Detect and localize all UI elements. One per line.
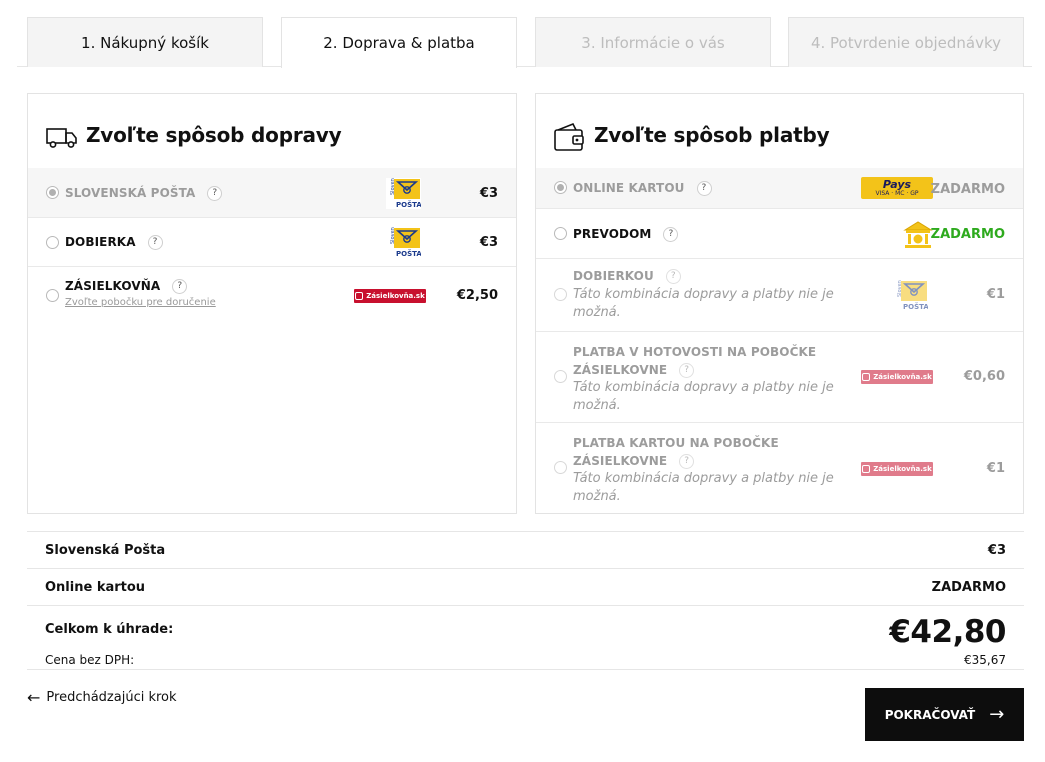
summary-payment-price: ZADARMO (931, 580, 1006, 595)
payment-panel: Zvoľte spôsob platby ONLINE KARTOU? Pays… (535, 93, 1024, 514)
payment-option-text: ZÁSIELKOVNE (573, 363, 668, 377)
payment-radio-cash-on-delivery (554, 288, 567, 301)
help-icon[interactable]: ? (696, 181, 712, 196)
payment-price: €1 (986, 287, 1005, 302)
payment-option-text: ONLINE KARTOU (573, 181, 685, 195)
zasielkovna-logo: Zásielkovňa.sk (354, 289, 426, 303)
shipping-option-slovenska-posta[interactable]: SLOVENSKÁ POŠTA? Slovenská POŠTA €3 (28, 168, 516, 218)
shipping-price: €3 (479, 186, 498, 201)
shipping-radio-zasielkovna[interactable] (46, 289, 59, 302)
summary-payment-row: Online kartou ZADARMO (27, 568, 1024, 605)
previous-step-label: Predchádzajúci krok (46, 690, 177, 705)
shipping-panel-header: Zvoľte spôsob dopravy (28, 94, 516, 168)
payment-option-online-card[interactable]: ONLINE KARTOU? Pays VISA · MC · GP ZADAR… (536, 168, 1023, 209)
payment-option-label: PLATBA KARTOU NA POBOČKE ZÁSIELKOVNE? (573, 434, 779, 470)
net-price-value: €35,67 (964, 653, 1006, 667)
slovenska-posta-logo: Slovenská POŠTA (893, 280, 928, 311)
bank-icon (903, 221, 933, 248)
payment-option-label: ONLINE KARTOU? (573, 181, 712, 196)
help-icon[interactable]: ? (679, 363, 695, 378)
shipping-option-text: ZÁSIELKOVŇA (65, 279, 161, 293)
payment-price: €1 (986, 461, 1005, 476)
shipping-option-text: SLOVENSKÁ POŠTA (65, 186, 196, 200)
svg-text:Slovenská: Slovenská (389, 178, 396, 195)
wallet-icon (554, 122, 584, 151)
payment-radio-cash-at-branch (554, 370, 567, 383)
payment-panel-header: Zvoľte spôsob platby (536, 94, 1023, 168)
previous-step-link[interactable]: ← Predchádzajúci krok (27, 688, 177, 707)
total-value: €42,80 (889, 614, 1006, 650)
summary-shipping-row: Slovenská Pošta €3 (27, 531, 1024, 568)
summary-shipping-price: €3 (987, 543, 1006, 558)
payment-title: Zvoľte spôsob platby (594, 123, 830, 147)
slovenska-posta-logo: Slovenská POŠTA (386, 227, 421, 258)
help-icon[interactable]: ? (663, 227, 679, 242)
zasielkovna-logo: Zásielkovňa.sk (861, 462, 933, 476)
svg-text:POŠTA: POŠTA (903, 302, 928, 311)
pays-logo: Pays VISA · MC · GP (861, 177, 933, 199)
payment-option-text: PLATBA V HOTOVOSTI NA POBOČKE (573, 345, 817, 359)
payment-price: €0,60 (963, 369, 1005, 384)
payment-option-label: PLATBA V HOTOVOSTI NA POBOČKE ZÁSIELKOVN… (573, 343, 816, 379)
summary-total-row: Celkom k úhrade: €42,80 Cena bez DPH: €3… (27, 605, 1024, 670)
payment-radio-online-card[interactable] (554, 181, 567, 194)
shipping-option-label: ZÁSIELKOVŇA? (65, 279, 188, 294)
tab-information: 3. Informácie o vás (535, 17, 771, 67)
unavailable-note: Táto kombinácia dopravy a platby nie je … (573, 287, 834, 320)
help-icon[interactable]: ? (665, 269, 681, 284)
help-icon[interactable]: ? (679, 454, 695, 469)
total-label: Celkom k úhrade: (45, 622, 174, 637)
payment-option-cash-on-delivery: DOBIERKOU? Táto kombinácia dopravy a pla… (536, 259, 1023, 332)
unavailable-note: Táto kombinácia dopravy a platby nie je … (573, 471, 834, 504)
shipping-panel: Zvoľte spôsob dopravy SLOVENSKÁ POŠTA? S… (27, 93, 517, 514)
shipping-option-label: SLOVENSKÁ POŠTA? (65, 186, 223, 201)
payment-price: ZADARMO (930, 182, 1005, 197)
shipping-radio-slovenska-posta[interactable] (46, 186, 59, 199)
svg-text:POŠTA: POŠTA (396, 249, 421, 258)
svg-text:Slovenská: Slovenská (389, 227, 396, 244)
payment-radio-bank-transfer[interactable] (554, 227, 567, 240)
svg-text:Slovenská: Slovenská (896, 280, 903, 297)
slovenska-posta-logo: Slovenská POŠTA (386, 178, 421, 209)
payment-radio-card-at-branch (554, 461, 567, 474)
arrow-right-icon: → (989, 704, 1005, 725)
payment-option-label: DOBIERKOU? (573, 269, 681, 284)
payment-option-cash-at-branch: PLATBA V HOTOVOSTI NA POBOČKE ZÁSIELKOVN… (536, 332, 1023, 423)
zasielkovna-logo: Zásielkovňa.sk (861, 370, 933, 384)
shipping-radio-dobierka[interactable] (46, 236, 59, 249)
payment-price: ZADARMO (930, 227, 1005, 242)
choose-pickup-branch-link[interactable]: Zvoľte pobočku pre doručenie (65, 297, 216, 308)
shipping-price: €3 (479, 235, 498, 250)
checkout-steps: 1. Nákupný košík 2. Doprava & platba 3. … (17, 17, 1032, 68)
payment-option-label: PREVODOM? (573, 227, 679, 242)
payment-option-text: ZÁSIELKOVNE (573, 454, 668, 468)
continue-button[interactable]: POKRAČOVAŤ → (865, 688, 1024, 741)
shipping-title: Zvoľte spôsob dopravy (86, 123, 342, 147)
unavailable-note: Táto kombinácia dopravy a platby nie je … (573, 380, 834, 413)
payment-option-text: PREVODOM (573, 227, 652, 241)
summary-shipping-label: Slovenská Pošta (45, 543, 166, 558)
shipping-option-dobierka[interactable]: DOBIERKA? Slovenská POŠTA €3 (28, 218, 516, 267)
payment-option-text: DOBIERKOU (573, 269, 654, 283)
arrow-left-icon: ← (27, 688, 41, 707)
shipping-price: €2,50 (456, 288, 498, 303)
help-icon[interactable]: ? (172, 279, 188, 294)
help-icon[interactable]: ? (147, 235, 163, 250)
payment-option-text: PLATBA KARTOU NA POBOČKE (573, 436, 779, 450)
shipping-option-text: DOBIERKA (65, 235, 136, 249)
payment-option-card-at-branch: PLATBA KARTOU NA POBOČKE ZÁSIELKOVNE? Tá… (536, 423, 1023, 514)
tab-shipping-payment[interactable]: 2. Doprava & platba (281, 17, 517, 68)
net-price-label: Cena bez DPH: (45, 653, 135, 667)
summary-payment-label: Online kartou (45, 580, 146, 595)
shipping-option-zasielkovna[interactable]: ZÁSIELKOVŇA? Zvoľte pobočku pre doručeni… (28, 267, 516, 323)
help-icon[interactable]: ? (207, 186, 223, 201)
svg-text:POŠTA: POŠTA (396, 200, 421, 209)
continue-label: POKRAČOVAŤ (884, 707, 976, 722)
tab-confirmation: 4. Potvrdenie objednávky (788, 17, 1024, 67)
shipping-option-label: DOBIERKA? (65, 235, 163, 250)
truck-icon (46, 128, 77, 148)
payment-option-bank-transfer[interactable]: PREVODOM? ZADARMO (536, 209, 1023, 259)
tab-cart[interactable]: 1. Nákupný košík (27, 17, 263, 67)
